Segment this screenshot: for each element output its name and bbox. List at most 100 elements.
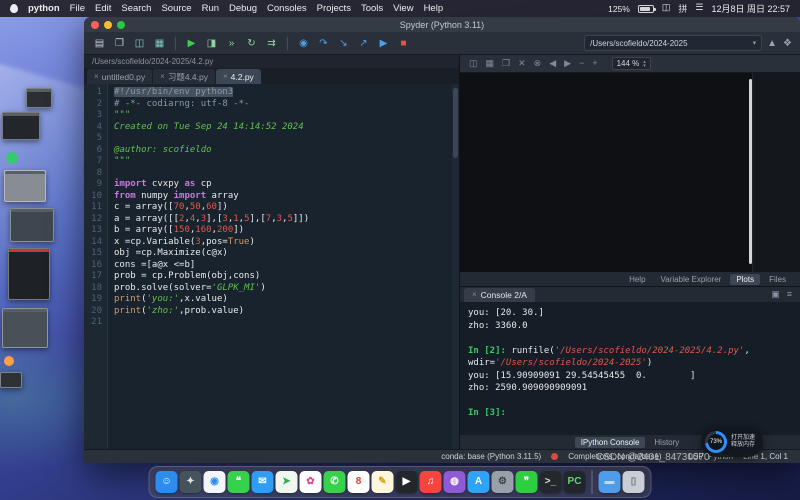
stop-debugging-icon[interactable]: ■ (396, 35, 411, 51)
browse-directory-icon[interactable]: ❖ (783, 38, 792, 49)
zoom-spinner-icons[interactable]: ▴▾ (643, 60, 646, 68)
close-window-button[interactable] (91, 21, 99, 29)
dock-mail-icon[interactable]: ✉ (252, 471, 274, 493)
menu-help[interactable]: Help (424, 3, 444, 14)
menu-edit[interactable]: Edit (95, 3, 111, 14)
run-selection-icon[interactable]: ⇉ (264, 35, 279, 51)
desktop-thumbnail[interactable] (2, 112, 40, 140)
remove-plot-icon[interactable]: ✕ (518, 58, 526, 69)
memory-monitor-widget[interactable]: 73% 打开加速 释放内存 (701, 427, 763, 457)
plots-content[interactable] (460, 73, 800, 272)
dock-maps-icon[interactable]: ➤ (276, 471, 298, 493)
pane-tab-files[interactable]: Files (763, 274, 792, 285)
dock-wechat-icon[interactable]: ❞ (516, 471, 538, 493)
editor-code[interactable]: #!/usr/bin/env python3# -*- codiarng: ut… (108, 84, 452, 449)
save-plot-icon[interactable]: ◫ (469, 58, 478, 69)
debug-file-icon[interactable]: ◉ (296, 35, 311, 51)
dock-launchpad-icon[interactable]: ✦ (180, 471, 202, 493)
desktop-thumbnail[interactable] (4, 170, 46, 202)
save-all-plots-icon[interactable]: ▦ (486, 58, 495, 69)
step-return-icon[interactable]: ↗ (356, 35, 371, 51)
rerun-cell-icon[interactable]: ↻ (244, 35, 259, 51)
run-cell-advance-icon[interactable]: » (224, 35, 239, 51)
dock-trash-icon[interactable]: ▯ (623, 471, 645, 493)
dock-facetime-icon[interactable]: ✆ (324, 471, 346, 493)
input-method-icon[interactable]: 拼 (678, 2, 687, 15)
working-directory-selector[interactable]: /Users/scofieldo/2024-2025 ▾ (584, 35, 762, 51)
menu-file[interactable]: File (70, 3, 85, 14)
remove-all-plots-icon[interactable]: ⊗ (534, 58, 542, 69)
editor-tab[interactable]: ×习题4.4.py (153, 69, 215, 84)
dock-podcasts-icon[interactable]: ◍ (444, 471, 466, 493)
desktop-icon[interactable] (6, 152, 18, 164)
editor-tab[interactable]: ×4.2.py (216, 69, 261, 84)
dock-terminal-icon[interactable]: >_ (540, 471, 562, 493)
desktop-thumbnail[interactable] (0, 372, 22, 388)
menu-source[interactable]: Source (161, 3, 191, 14)
step-over-icon[interactable]: ↷ (316, 35, 331, 51)
dock-downloads-folder-icon[interactable]: ▬ (599, 471, 621, 493)
console-options-menu-icon[interactable]: ≡ (787, 289, 792, 300)
code-editor[interactable]: 123456789101112131415161718192021 #!/usr… (84, 84, 459, 449)
desktop-icon[interactable] (4, 356, 14, 366)
zoom-out-icon[interactable]: − (579, 58, 584, 69)
menu-consoles[interactable]: Consoles (267, 3, 307, 14)
desktop-thumbnail[interactable] (8, 248, 50, 300)
save-file-icon[interactable]: ◫ (132, 35, 147, 51)
new-file-icon[interactable]: ▤ (92, 35, 107, 51)
close-tab-icon[interactable]: × (94, 72, 99, 81)
menu-projects[interactable]: Projects (317, 3, 351, 14)
pane-tab-plots[interactable]: Plots (730, 274, 760, 285)
dock-pycharm-icon[interactable]: PC (564, 471, 586, 493)
menu-tools[interactable]: Tools (361, 3, 383, 14)
dock-tv-icon[interactable]: ▶ (396, 471, 418, 493)
dock-app-store-icon[interactable]: A (468, 471, 490, 493)
active-app-name[interactable]: python (28, 3, 60, 14)
open-file-icon[interactable]: ❐ (112, 35, 127, 51)
step-into-icon[interactable]: ↘ (336, 35, 351, 51)
dock-notes-icon[interactable]: ✎ (372, 471, 394, 493)
run-cell-icon[interactable]: ◨ (204, 35, 219, 51)
previous-plot-icon[interactable]: ◀ (549, 58, 556, 69)
minimize-window-button[interactable] (104, 21, 112, 29)
close-tab-icon[interactable]: × (160, 72, 165, 81)
dock-music-icon[interactable]: ♫ (420, 471, 442, 493)
dock-photos-icon[interactable]: ✿ (300, 471, 322, 493)
battery-icon[interactable] (638, 5, 654, 13)
copy-plot-icon[interactable]: ❐ (502, 58, 510, 69)
dock-finder-icon[interactable]: ☺ (156, 471, 178, 493)
pane-tab-help[interactable]: Help (623, 274, 651, 285)
pane-tab-variable-explorer[interactable]: Variable Explorer (655, 274, 728, 285)
menu-run[interactable]: Run (202, 3, 219, 14)
menu-view[interactable]: View (393, 3, 413, 14)
console-tab[interactable]: × Console 2/A (464, 288, 535, 302)
zoom-level-control[interactable]: 144 % ▴▾ (612, 57, 651, 70)
control-center-icon[interactable]: ☰ (695, 2, 703, 15)
save-all-icon[interactable]: ▦ (152, 35, 167, 51)
close-tab-icon[interactable]: × (223, 72, 228, 81)
dock-calendar-icon[interactable]: 8 (348, 471, 370, 493)
editor-scrollbar[interactable] (452, 84, 459, 449)
editor-tab[interactable]: ×untitled0.py (87, 69, 152, 84)
menubar-clock[interactable]: 12月8日 周日 22:57 (711, 2, 790, 15)
dock-messages-icon[interactable]: ❝ (228, 471, 250, 493)
pane-tab-ipython-console[interactable]: IPython Console (575, 437, 646, 448)
run-file-icon[interactable]: ▶ (184, 35, 199, 51)
continue-execution-icon[interactable]: ▶ (376, 35, 391, 51)
menu-search[interactable]: Search (121, 3, 151, 14)
apple-menu-icon[interactable] (10, 4, 18, 13)
screen-mirroring-icon[interactable]: ◫ (662, 2, 671, 15)
plots-scrollbar[interactable] (749, 79, 752, 264)
close-console-icon[interactable]: × (472, 290, 477, 299)
inspect-console-icon[interactable]: ▣ (771, 289, 780, 300)
pane-tab-history[interactable]: History (648, 437, 685, 448)
dock-safari-icon[interactable]: ◉ (204, 471, 226, 493)
desktop-thumbnail[interactable] (2, 308, 48, 348)
menu-debug[interactable]: Debug (229, 3, 257, 14)
zoom-window-button[interactable] (117, 21, 125, 29)
parent-directory-icon[interactable]: ▲ (767, 38, 777, 49)
desktop-thumbnail[interactable] (26, 88, 52, 108)
desktop-thumbnail[interactable] (10, 208, 54, 242)
dock-system-settings-icon[interactable]: ⚙ (492, 471, 514, 493)
console-content[interactable]: you: [20. 30.]zho: 3360.0 In [2]: runfil… (460, 302, 800, 435)
